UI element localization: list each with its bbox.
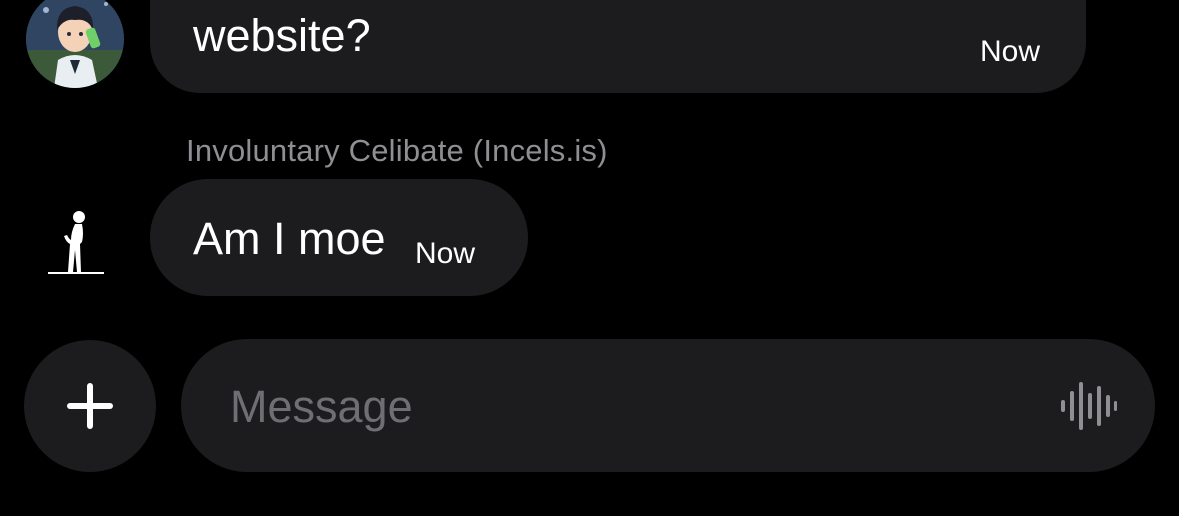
sender-avatar[interactable] bbox=[44, 208, 108, 280]
sender-name: Involuntary Celibate (Incels.is) bbox=[186, 133, 608, 168]
waveform-icon[interactable] bbox=[1060, 381, 1118, 431]
message-input-placeholder: Message bbox=[230, 381, 413, 432]
standing-figure-icon bbox=[48, 211, 104, 274]
message-timestamp: Now bbox=[415, 237, 476, 270]
message-input[interactable]: Message bbox=[181, 339, 1155, 472]
message-bubble[interactable]: Am I moe Now bbox=[150, 179, 528, 296]
plus-icon bbox=[67, 383, 113, 429]
anime-character-avatar-icon bbox=[26, 0, 124, 88]
add-attachment-button[interactable] bbox=[24, 340, 156, 472]
message-text: Am I moe bbox=[193, 213, 386, 264]
message-bubble[interactable]: website? Now bbox=[150, 0, 1086, 93]
message-timestamp: Now bbox=[979, 35, 1040, 68]
sender-avatar[interactable] bbox=[26, 0, 124, 88]
message-text: website? bbox=[193, 10, 371, 61]
